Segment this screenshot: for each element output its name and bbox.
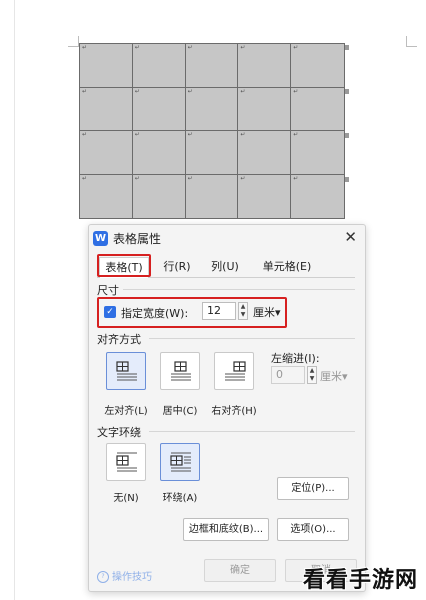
table-cell[interactable] [80, 131, 133, 175]
left-indent-input[interactable]: 0 [271, 366, 305, 384]
table-cell[interactable] [132, 131, 186, 175]
table-cell[interactable] [185, 44, 239, 88]
spin-down-icon[interactable]: ▼ [308, 375, 316, 383]
row-end-markers [345, 43, 351, 219]
table-cell[interactable] [80, 174, 133, 218]
width-spinner[interactable]: ▲ ▼ [238, 302, 248, 320]
wrap-around-button[interactable] [160, 443, 200, 481]
margin-corner-left [68, 36, 79, 47]
table-cell[interactable] [238, 44, 292, 88]
align-right-button[interactable] [214, 352, 254, 390]
align-center-button[interactable] [160, 352, 200, 390]
table-cell[interactable] [238, 87, 292, 131]
tab-cell[interactable]: 单元格(E) [255, 257, 319, 277]
align-right-label: 右对齐(H) [211, 406, 257, 417]
table-cell[interactable] [185, 174, 239, 218]
operation-tips-link[interactable]: ? 操作技巧 [97, 568, 152, 583]
dialog-title: 表格属性 [113, 232, 162, 246]
options-button[interactable]: 选项(O)... [277, 518, 349, 541]
width-unit-dropdown[interactable]: 厘米▾ [253, 304, 281, 320]
table-cell[interactable] [238, 174, 292, 218]
wrap-none-button[interactable] [106, 443, 146, 481]
section-divider [123, 289, 355, 290]
alignment-section-title: 对齐方式 [97, 333, 141, 346]
table-properties-dialog: W 表格属性 ✕ 表格(T) 行(R) 列(U) 单元格(E) 尺寸 ✓ 指定宽… [88, 224, 366, 592]
close-icon[interactable]: ✕ [344, 228, 357, 246]
table-cell[interactable] [185, 131, 239, 175]
document-table[interactable] [79, 43, 345, 219]
table-cell[interactable] [291, 174, 344, 218]
section-divider [149, 338, 355, 339]
wrap-around-icon [170, 452, 191, 472]
dialog-titlebar[interactable]: W 表格属性 ✕ [89, 225, 365, 251]
spin-down-icon[interactable]: ▼ [239, 311, 247, 319]
table-cell[interactable] [132, 87, 186, 131]
align-center-label: 居中(C) [162, 406, 198, 417]
margin-corner-right [406, 36, 417, 47]
table-cell[interactable] [132, 44, 186, 88]
spin-up-icon[interactable]: ▲ [308, 367, 316, 375]
table-cell[interactable] [132, 174, 186, 218]
table-cell[interactable] [291, 44, 344, 88]
section-divider [149, 431, 355, 432]
table-cell[interactable] [80, 44, 133, 88]
table-cell[interactable] [291, 87, 344, 131]
borders-shading-button[interactable]: 边框和底纹(B)... [183, 518, 269, 541]
help-icon: ? [97, 571, 109, 583]
tab-row[interactable]: 行(R) [155, 257, 199, 277]
align-right-icon [225, 361, 246, 381]
checkbox-checked-icon[interactable]: ✓ [104, 306, 116, 318]
row-end-marker [345, 45, 349, 50]
tab-column[interactable]: 列(U) [203, 257, 247, 277]
align-left-button[interactable] [106, 352, 146, 390]
align-center-icon [171, 361, 191, 381]
table-cell[interactable] [238, 131, 292, 175]
highlight-box-tab [97, 254, 151, 277]
table-cell[interactable] [80, 87, 133, 131]
wrap-none-icon [116, 452, 137, 472]
table-cell[interactable] [185, 87, 239, 131]
site-watermark: 看看手游网 [302, 568, 418, 593]
wrap-around-label: 环绕(A) [162, 493, 198, 504]
indent-unit-dropdown[interactable]: 厘米▾ [320, 368, 348, 384]
width-input[interactable]: 12 [202, 302, 236, 320]
operation-tips-label: 操作技巧 [112, 572, 152, 583]
text-wrap-section-title: 文字环绕 [97, 426, 141, 439]
left-indent-label: 左缩进(I): [271, 352, 320, 365]
wps-writer-icon: W [93, 231, 108, 246]
page-edge [14, 0, 15, 600]
row-end-marker [345, 177, 349, 182]
spin-up-icon[interactable]: ▲ [239, 303, 247, 311]
ok-button[interactable]: 确定 [204, 559, 276, 582]
row-end-marker [345, 89, 349, 94]
table-cell[interactable] [291, 131, 344, 175]
size-section-title: 尺寸 [97, 284, 119, 297]
row-end-marker [345, 133, 349, 138]
wrap-none-label: 无(N) [113, 493, 139, 504]
positioning-button[interactable]: 定位(P)... [277, 477, 349, 500]
specify-width-label: 指定宽度(W): [121, 307, 189, 320]
align-left-icon [116, 361, 137, 381]
indent-spinner[interactable]: ▲ ▼ [307, 366, 317, 384]
align-left-label: 左对齐(L) [104, 406, 148, 417]
